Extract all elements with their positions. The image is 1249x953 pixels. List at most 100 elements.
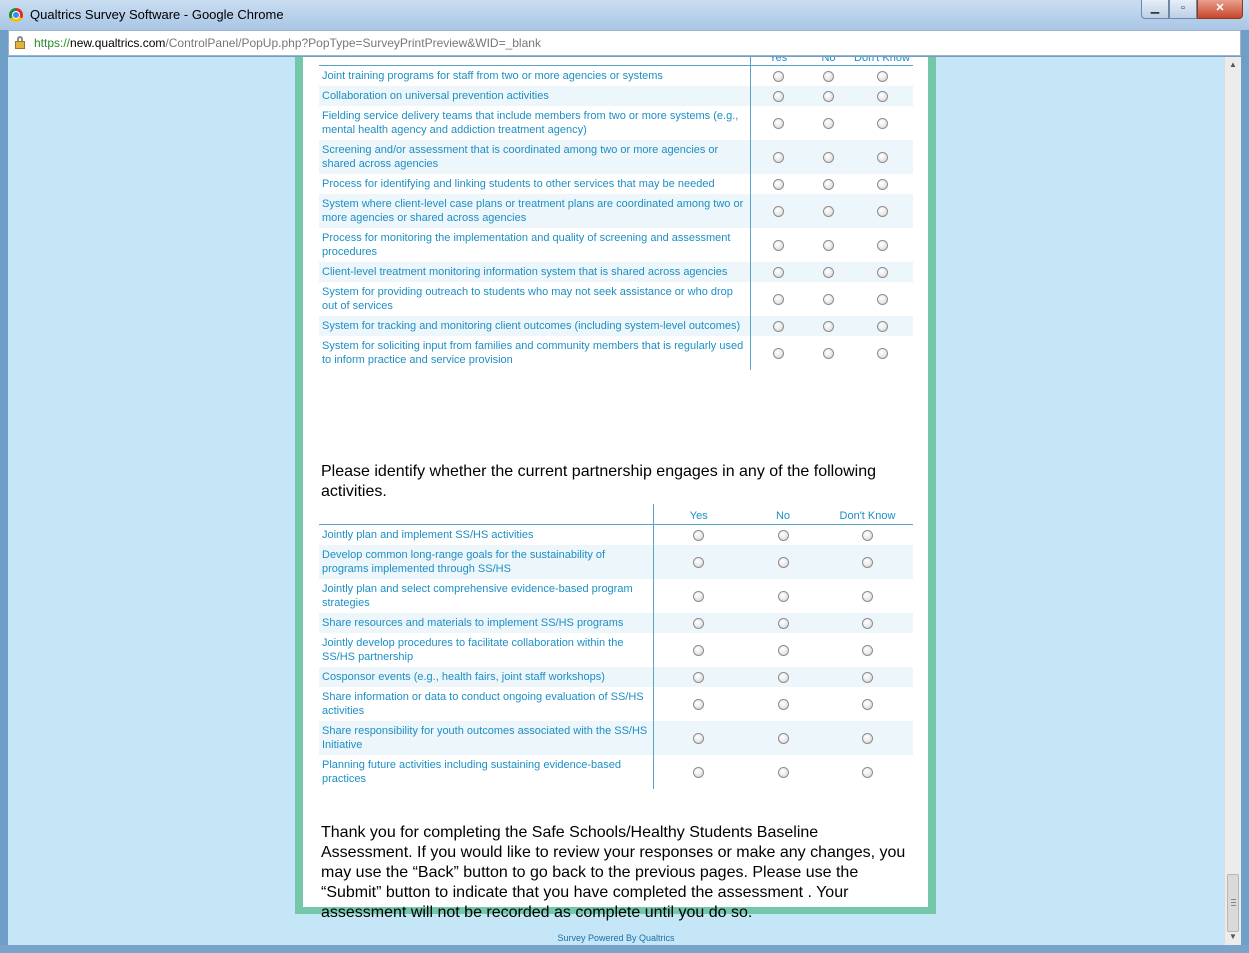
radio-dont-know[interactable]	[876, 266, 888, 278]
column-yes: Yes	[653, 504, 744, 525]
radio-dont-know[interactable]	[876, 117, 888, 129]
radio-yes[interactable]	[693, 590, 705, 602]
radio-yes[interactable]	[772, 117, 784, 129]
option-cell	[806, 86, 851, 106]
radio-yes[interactable]	[693, 644, 705, 656]
radio-no[interactable]	[823, 178, 834, 190]
row-statement: System for soliciting input from familie…	[319, 336, 751, 370]
radio-no[interactable]	[823, 151, 834, 163]
radio-no[interactable]	[823, 320, 834, 332]
option-cell	[750, 66, 806, 87]
radio-dont-know[interactable]	[862, 617, 873, 629]
option-cell	[822, 633, 913, 667]
option-cell	[806, 336, 851, 370]
window-title: Qualtrics Survey Software - Google Chrom…	[30, 7, 284, 22]
radio-no[interactable]	[777, 556, 789, 568]
option-cell	[744, 545, 822, 579]
radio-dont-know[interactable]	[862, 556, 873, 568]
radio-yes[interactable]	[772, 239, 784, 251]
radio-dont-know[interactable]	[876, 70, 888, 82]
row-statement: Joint training programs for staff from t…	[319, 65, 751, 86]
radio-yes[interactable]	[772, 320, 784, 332]
radio-dont-know[interactable]	[862, 732, 873, 744]
row-statement: Process for monitoring the implementatio…	[319, 228, 751, 262]
address-bar[interactable]: https://new.qualtrics.com/ControlPanel/P…	[8, 30, 1241, 56]
radio-dont-know[interactable]	[876, 205, 888, 217]
radio-no[interactable]	[823, 205, 834, 217]
radio-no[interactable]	[777, 698, 789, 710]
radio-yes[interactable]	[772, 293, 784, 305]
radio-yes[interactable]	[693, 617, 705, 629]
maximize-button[interactable]: ▫	[1169, 0, 1197, 19]
radio-no[interactable]	[777, 644, 789, 656]
option-cell	[851, 336, 913, 370]
radio-dont-know[interactable]	[876, 239, 888, 251]
radio-dont-know[interactable]	[876, 293, 888, 305]
radio-no[interactable]	[777, 766, 789, 778]
option-cell	[653, 755, 744, 789]
option-cell	[851, 282, 913, 316]
radio-dont-know[interactable]	[862, 698, 873, 710]
option-cell	[806, 262, 851, 282]
radio-yes[interactable]	[693, 698, 705, 710]
row-statement: Screening and/or assessment that is coor…	[319, 140, 751, 174]
radio-yes[interactable]	[693, 529, 705, 541]
url-path: /ControlPanel/PopUp.php?PopType=SurveyPr…	[165, 36, 541, 50]
radio-yes[interactable]	[772, 70, 784, 82]
radio-no[interactable]	[777, 671, 789, 683]
radio-dont-know[interactable]	[876, 347, 888, 359]
radio-dont-know[interactable]	[862, 529, 873, 541]
radio-no[interactable]	[823, 266, 834, 278]
radio-no[interactable]	[777, 732, 789, 744]
option-cell	[653, 525, 744, 546]
matrix-row: Planning future activities including sus…	[319, 755, 913, 789]
option-cell	[851, 174, 913, 194]
option-cell	[822, 613, 913, 633]
option-cell	[744, 579, 822, 613]
radio-no[interactable]	[823, 239, 834, 251]
radio-no[interactable]	[823, 293, 834, 305]
radio-dont-know[interactable]	[862, 644, 873, 656]
radio-yes[interactable]	[693, 732, 705, 744]
radio-yes[interactable]	[693, 556, 705, 568]
scrollbar-thumb[interactable]	[1227, 874, 1239, 932]
radio-yes[interactable]	[693, 766, 705, 778]
radio-dont-know[interactable]	[876, 151, 888, 163]
matrix-header-blank	[319, 504, 654, 525]
url-scheme: https://	[34, 36, 71, 50]
radio-no[interactable]	[777, 590, 789, 602]
radio-yes[interactable]	[772, 151, 784, 163]
radio-no[interactable]	[823, 347, 834, 359]
close-button[interactable]: ✕	[1197, 0, 1243, 19]
radio-dont-know[interactable]	[862, 766, 873, 778]
radio-dont-know[interactable]	[862, 671, 873, 683]
radio-yes[interactable]	[693, 671, 705, 683]
scroll-up-arrow-icon[interactable]: ▲	[1229, 61, 1237, 69]
option-cell	[744, 525, 822, 546]
option-cell	[851, 194, 913, 228]
option-cell	[653, 633, 744, 667]
option-cell	[806, 194, 851, 228]
matrix-row: Jointly plan and implement SS/HS activit…	[319, 524, 913, 546]
radio-dont-know[interactable]	[876, 90, 888, 102]
radio-dont-know[interactable]	[876, 178, 888, 190]
radio-no[interactable]	[823, 90, 834, 102]
radio-dont-know[interactable]	[876, 320, 888, 332]
radio-yes[interactable]	[772, 266, 784, 278]
matrix-row: Develop common long-range goals for the …	[319, 545, 913, 579]
vertical-scrollbar[interactable]: ▲ ▼	[1224, 57, 1241, 945]
radio-yes[interactable]	[772, 347, 784, 359]
chrome-logo-icon	[9, 8, 23, 22]
radio-no[interactable]	[823, 117, 834, 129]
radio-yes[interactable]	[772, 90, 784, 102]
radio-no[interactable]	[777, 617, 789, 629]
radio-dont-know[interactable]	[862, 590, 873, 602]
powered-by-link[interactable]: Survey Powered By Qualtrics	[8, 933, 1224, 943]
radio-no[interactable]	[777, 529, 789, 541]
scroll-down-arrow-icon[interactable]: ▼	[1229, 933, 1237, 941]
radio-yes[interactable]	[772, 205, 784, 217]
url-text[interactable]: https://new.qualtrics.com/ControlPanel/P…	[34, 36, 541, 50]
radio-yes[interactable]	[772, 178, 784, 190]
radio-no[interactable]	[823, 70, 834, 82]
minimize-button[interactable]: ▁	[1141, 0, 1169, 19]
